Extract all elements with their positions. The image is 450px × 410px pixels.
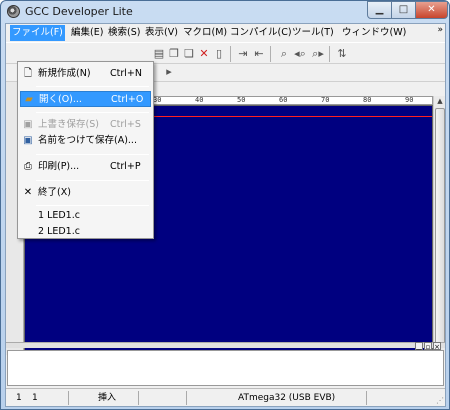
resize-grip-icon[interactable]: ⋰ — [436, 396, 444, 405]
status-separator — [68, 391, 69, 405]
close-button[interactable]: ✕ — [415, 1, 448, 19]
output-pane[interactable] — [7, 350, 444, 386]
open-folder-icon: ▰ — [25, 94, 33, 105]
status-separator — [366, 391, 367, 405]
paste-icon[interactable]: ▤ — [152, 47, 166, 61]
menu-item-print[interactable]: ⎙ 印刷(P)... Ctrl+P — [20, 159, 151, 175]
pane-divider[interactable] — [6, 342, 445, 348]
ruler-mark: 70 — [321, 96, 330, 104]
scrollbar-thumb[interactable] — [435, 108, 445, 348]
find-prev-icon[interactable]: ◂⌕ — [293, 47, 307, 61]
ruler-mark: 50 — [237, 96, 246, 104]
menu-separator — [36, 112, 149, 113]
ruler-mark: 80 — [363, 96, 372, 104]
menu-item-shortcut: Ctrl+P — [110, 161, 141, 172]
menu-separator — [36, 154, 149, 155]
save-icon: ▣ — [23, 119, 33, 130]
toolbar-arrow-icon[interactable]: ▸ — [162, 65, 176, 79]
new-file-icon: 🗋 — [23, 68, 33, 79]
indent-icon[interactable]: ⇥ — [236, 47, 250, 61]
pane-minimize-icon[interactable]: ▁ — [415, 342, 423, 351]
document-icon[interactable]: ▯ — [212, 47, 226, 61]
status-bar: 1 1 挿入 ATmega32 (USB EVB) ⋰ — [6, 388, 445, 406]
copy-icon[interactable]: ❐ — [167, 47, 181, 61]
toolbar-separator — [270, 46, 271, 62]
menu-item-label: 終了(X) — [38, 187, 71, 198]
title-bar[interactable]: GCC Developer Lite ▁ □ ✕ — [1, 1, 449, 23]
print-icon: ⎙ — [24, 161, 32, 172]
status-insert-mode: 挿入 — [98, 393, 117, 403]
menu-search[interactable]: 検索(S) — [106, 25, 142, 41]
menu-item-label: 名前をつけて保存(A)... — [38, 135, 137, 146]
duplicate-icon[interactable]: ❏ — [182, 47, 196, 61]
client-area: ファイル(F) 編集(E) 検索(S) 表示(V) マクロ(M) コンパイル(C… — [5, 23, 446, 407]
replace-icon[interactable]: ⇅ — [335, 47, 349, 61]
menu-item-save-as[interactable]: ▣ 名前をつけて保存(A)... — [20, 133, 151, 149]
menu-separator — [36, 205, 149, 206]
ruler-mark: 40 — [195, 96, 204, 104]
menu-separator — [36, 180, 149, 181]
menu-macro[interactable]: マクロ(M) — [181, 25, 229, 41]
ruler-mark: 90 — [405, 96, 414, 104]
menu-separator — [36, 86, 149, 87]
menu-item-label: 2 LED1.c — [38, 226, 80, 237]
status-column: 1 — [32, 393, 38, 403]
menu-item-save[interactable]: ▣ 上書き保存(S) Ctrl+S — [20, 117, 151, 133]
status-separator — [186, 391, 187, 405]
pane-controls: ▁ ▫ × — [414, 342, 441, 351]
scroll-up-icon[interactable]: ▲ — [434, 96, 446, 107]
menu-item-new[interactable]: 🗋 新規作成(N) Ctrl+N — [20, 66, 151, 82]
find-icon[interactable]: ⌕ — [277, 47, 291, 61]
menu-item-shortcut: Ctrl+S — [110, 119, 141, 130]
menu-item-open[interactable]: ▰ 開く(O)... Ctrl+O — [20, 91, 151, 107]
maximize-button[interactable]: □ — [391, 1, 416, 19]
status-separator — [138, 391, 139, 405]
menu-item-label: 上書き保存(S) — [38, 119, 99, 130]
menu-item-label: 新規作成(N) — [38, 68, 91, 79]
window-title: GCC Developer Lite — [25, 5, 133, 18]
save-as-icon: ▣ — [23, 135, 33, 146]
menu-edit[interactable]: 編集(E) — [69, 25, 105, 41]
menu-item-label: 開く(O)... — [39, 94, 82, 105]
pane-close-icon[interactable]: × — [433, 342, 441, 351]
minimize-button[interactable]: ▁ — [367, 1, 392, 19]
menu-tools[interactable]: ツール(T) — [290, 25, 336, 41]
pane-restore-icon[interactable]: ▫ — [424, 342, 432, 351]
menu-compile[interactable]: コンパイル(C) — [228, 25, 294, 41]
delete-icon[interactable]: ✕ — [197, 47, 211, 61]
editor-vertical-scrollbar[interactable]: ▲ ▼ — [433, 96, 445, 360]
menu-file[interactable]: ファイル(F) — [10, 25, 65, 41]
ruler-mark: 30 — [153, 96, 162, 104]
menu-item-recent-2[interactable]: 2 LED1.c — [20, 224, 151, 240]
menu-item-label: 1 LED1.c — [38, 210, 80, 221]
menu-item-shortcut: Ctrl+N — [110, 68, 142, 79]
outdent-icon[interactable]: ⇤ — [252, 47, 266, 61]
toolbar-separator — [230, 46, 231, 62]
menu-window[interactable]: ウィンドウ(W) — [340, 25, 408, 41]
menu-item-recent-1[interactable]: 1 LED1.c — [20, 208, 151, 224]
exit-icon: ✕ — [23, 187, 33, 198]
ruler-mark: 60 — [279, 96, 288, 104]
status-line: 1 — [16, 393, 22, 403]
menu-overflow-icon[interactable]: » — [437, 25, 443, 35]
toolbar-separator — [329, 46, 330, 62]
status-target-device: ATmega32 (USB EVB) — [238, 393, 336, 403]
menu-item-shortcut: Ctrl+O — [111, 94, 144, 105]
app-icon[interactable] — [7, 5, 20, 18]
menu-view[interactable]: 表示(V) — [143, 25, 180, 41]
menu-item-exit[interactable]: ✕ 終了(X) — [20, 185, 151, 201]
find-next-icon[interactable]: ⌕▸ — [311, 47, 325, 61]
file-menu-dropdown: 🗋 新規作成(N) Ctrl+N ▰ 開く(O)... Ctrl+O ▣ 上書き… — [17, 61, 154, 239]
menu-item-label: 印刷(P)... — [38, 161, 80, 172]
menu-bar: ファイル(F) 編集(E) 検索(S) 表示(V) マクロ(M) コンパイル(C… — [6, 24, 445, 42]
app-window: GCC Developer Lite ▁ □ ✕ ファイル(F) 編集(E) 検… — [0, 0, 450, 410]
